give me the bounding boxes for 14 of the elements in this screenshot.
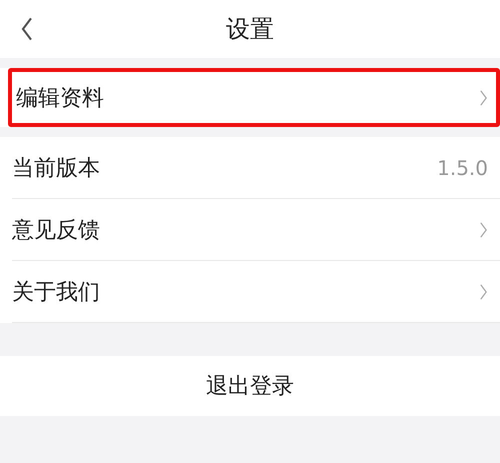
settings-row[interactable]: 意见反馈 (12, 199, 500, 261)
row-label: 关于我们 (12, 278, 101, 306)
logout-button[interactable]: 退出登录 (0, 356, 500, 416)
chevron-right-icon (479, 222, 488, 238)
chevron-left-icon (20, 17, 34, 41)
chevron-right-icon (479, 284, 488, 300)
row-label: 编辑资料 (16, 84, 105, 112)
settings-row[interactable]: 当前版本 1.5.0 (12, 137, 500, 199)
chevron-right-icon (479, 90, 488, 106)
row-label: 意见反馈 (12, 216, 101, 244)
settings-row[interactable]: 关于我们 (12, 261, 500, 323)
page-title: 设置 (226, 14, 274, 45)
version-value: 1.5.0 (437, 156, 488, 180)
row-label: 当前版本 (12, 154, 101, 182)
